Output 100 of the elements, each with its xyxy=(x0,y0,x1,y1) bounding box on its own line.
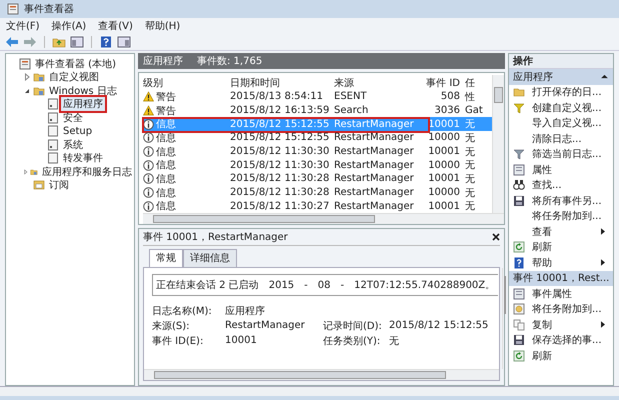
table-cell-text: 2015/8/12 11:30:27 xyxy=(230,200,330,212)
table-cell-text: RestartManager xyxy=(334,200,415,212)
folder-icon xyxy=(513,86,525,98)
action-item[interactable]: 刷新 xyxy=(532,348,613,363)
pane-icon[interactable] xyxy=(117,36,131,48)
action-item[interactable]: 查看 xyxy=(532,224,601,239)
back-arrow-icon[interactable] xyxy=(5,36,19,48)
column-header[interactable]: 来源 xyxy=(334,76,422,90)
table-cell-text: 10001 xyxy=(427,200,460,212)
section-title: 应用程序 xyxy=(513,70,553,84)
field-value: 10001 xyxy=(225,335,258,346)
tree-item[interactable]: 订阅 xyxy=(47,178,71,192)
forward-arrow-icon[interactable] xyxy=(23,36,37,48)
log-icon xyxy=(47,152,59,164)
scrollbar[interactable] xyxy=(143,213,504,224)
tree-item[interactable]: 安全 xyxy=(61,110,85,125)
scrollbar[interactable] xyxy=(502,268,504,369)
table-cell-text: 信息 xyxy=(156,172,176,186)
tree-item[interactable]: 转发事件 xyxy=(61,151,105,166)
table-cell-text: 10000 xyxy=(427,132,460,144)
table-cell-text: 信息 xyxy=(156,118,176,132)
table-cell-text: 无 xyxy=(464,132,476,145)
folder-up-icon[interactable] xyxy=(52,36,66,48)
log-name: 应用程序 xyxy=(143,54,183,68)
table-cell-text: 警告 xyxy=(156,104,176,118)
properties-icon xyxy=(513,164,525,176)
tree-item[interactable]: 应用程序 xyxy=(61,97,105,112)
refresh-icon xyxy=(513,350,525,362)
table-cell-text: Gat xyxy=(464,105,484,116)
scrollbar[interactable] xyxy=(492,75,504,214)
tree-item[interactable]: Setup xyxy=(61,126,94,137)
menu-item[interactable]: 查看(V) xyxy=(98,18,133,32)
close-icon[interactable] xyxy=(492,233,500,242)
table-cell-text: 无 xyxy=(464,200,476,214)
window-title: 事件查看器 xyxy=(24,2,74,16)
action-item[interactable]: 导入自定义视... xyxy=(532,116,613,130)
expander-icon[interactable] xyxy=(23,86,31,95)
column-header[interactable]: 级别 xyxy=(143,76,230,90)
menu-item[interactable]: 文件(F) xyxy=(6,18,40,32)
tab[interactable]: 常规 xyxy=(149,249,183,268)
binoculars-icon xyxy=(513,179,525,192)
action-item[interactable]: 创建自定义视... xyxy=(532,100,613,115)
field-label: 来源(S): xyxy=(152,320,191,333)
message-box: 正在结束会话 2 已启动 2015 - 08 - 12T07:12:55.740288900Z。 xyxy=(152,274,498,296)
tab[interactable]: 详细信息 xyxy=(183,249,237,268)
field-value: 应用程序 xyxy=(225,304,266,318)
action-item[interactable]: 将所有事件另... xyxy=(532,194,613,208)
task-icon xyxy=(513,303,525,316)
field-label: 日志名称(M): xyxy=(152,304,213,318)
tree-item[interactable]: 自定义视图 xyxy=(47,70,101,84)
pane-icon[interactable] xyxy=(70,36,84,48)
action-item[interactable]: 刷新 xyxy=(532,240,613,254)
table-cell-text: 2015/8/12 11:30:28 xyxy=(230,173,330,184)
table-cell-text: 警告 xyxy=(156,90,176,104)
filter-icon xyxy=(513,102,525,114)
action-item[interactable]: 将任务附加到... xyxy=(532,209,613,224)
field-value: RestartManager xyxy=(225,320,306,332)
table-cell-text: 10000 xyxy=(427,187,460,198)
table-cell-text: 信息 xyxy=(156,132,176,145)
log-icon xyxy=(47,125,59,138)
field-value: 无 xyxy=(389,334,399,348)
action-item[interactable]: 事件属性 xyxy=(532,286,613,301)
action-item[interactable]: 属性 xyxy=(532,162,613,177)
menu-item[interactable]: 操作(A) xyxy=(52,18,86,32)
action-item[interactable]: 清除日志... xyxy=(532,132,613,146)
tree-item[interactable]: Windows 日志 xyxy=(47,84,119,98)
actions-title: 操作 xyxy=(509,54,613,69)
log-icon xyxy=(47,138,59,151)
table-cell-text: 10001 xyxy=(427,173,460,184)
column-header[interactable]: 任 xyxy=(460,76,485,90)
table-cell-text: 无 xyxy=(464,118,476,132)
event-count: 事件数: 1,765 xyxy=(197,54,262,68)
tree-item[interactable]: 应用程序和服务日志 xyxy=(40,164,134,179)
table-cell-text: RestartManager xyxy=(334,132,415,144)
save-icon xyxy=(513,194,525,207)
section-header[interactable]: 事件 10001，Rest... xyxy=(509,270,613,286)
action-item[interactable]: 打开保存的日... xyxy=(532,85,613,100)
menu-item[interactable]: 帮助(H) xyxy=(144,18,180,32)
column-header[interactable]: 日期和时间 xyxy=(230,76,334,90)
action-item[interactable]: 保存选择的事... xyxy=(532,333,613,348)
table-cell-text: 信息 xyxy=(156,158,176,172)
help-icon[interactable] xyxy=(99,36,113,48)
table-cell-text: 3036 xyxy=(434,105,460,116)
tree-item[interactable]: 事件查看器 (本地) xyxy=(33,56,118,71)
event-viewer-icon xyxy=(19,58,31,70)
column-header[interactable]: 事件 ID xyxy=(422,76,460,90)
table-cell-text: 无 xyxy=(464,172,476,186)
tree-item[interactable]: 系统 xyxy=(61,138,85,152)
action-item[interactable]: 筛选当前日志... xyxy=(532,147,613,162)
action-item[interactable]: 复制 xyxy=(532,318,601,332)
collapse-icon[interactable] xyxy=(601,74,608,80)
table-cell-text: RestartManager xyxy=(334,118,415,130)
section-header[interactable]: 应用程序 xyxy=(509,69,613,84)
action-item[interactable]: 查找... xyxy=(532,178,613,192)
action-item[interactable]: 帮助 xyxy=(532,256,601,270)
table-cell-text: 信息 xyxy=(156,200,176,214)
field-label: 事件 ID(E): xyxy=(152,334,204,348)
action-item[interactable]: 将任务附加到... xyxy=(532,302,613,316)
scrollbar[interactable] xyxy=(144,369,499,380)
table-cell-text: RestartManager xyxy=(334,187,415,198)
